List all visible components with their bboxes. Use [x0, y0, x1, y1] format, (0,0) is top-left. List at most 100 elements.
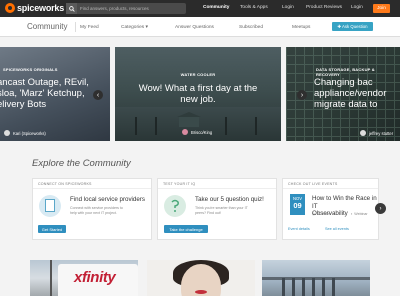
card-header: CHECK OUT LIVE EVENTS	[288, 182, 338, 186]
spiceworks-logo[interactable]: spiceworks	[5, 3, 64, 13]
article-thumbnail-xfinity[interactable]: xfinity	[30, 260, 138, 296]
slide-title-line: ancast Outage, REvil,	[0, 77, 89, 88]
see-all-events-link[interactable]: See all events	[325, 227, 349, 231]
take-challenge-button[interactable]: Take the challenge	[164, 225, 208, 233]
ask-question-label: Ask Question	[342, 24, 368, 29]
portrait-lips	[195, 290, 207, 294]
avatar	[360, 130, 366, 136]
dock-post	[135, 117, 137, 135]
search-input[interactable]	[77, 6, 182, 11]
ask-question-button[interactable]: ✚ Ask Question	[332, 22, 373, 31]
boat-shed	[177, 112, 201, 127]
event-details-link[interactable]: Event details	[288, 227, 310, 231]
nav-tools-apps[interactable]: Tools & Apps	[240, 5, 268, 10]
avatar	[4, 130, 10, 136]
plus-icon: ✚	[337, 23, 342, 29]
divider	[75, 22, 76, 32]
events-next-button[interactable]: ›	[375, 203, 386, 214]
xfinity-logo-text: xfinity	[74, 269, 116, 286]
pier-post	[292, 278, 295, 296]
author-name: Brisco/King	[191, 129, 213, 135]
subnav-answer-questions[interactable]: Answer Questions	[175, 25, 214, 30]
slide-tag: WATER COOLER	[180, 72, 216, 77]
card-live-events: CHECK OUT LIVE EVENTS NOV 09 How to Win …	[282, 178, 386, 240]
document-icon	[39, 195, 61, 217]
pier-post	[302, 278, 305, 296]
card-header: CONNECT ON SPICEWORKS	[38, 182, 92, 186]
pier-deck	[262, 277, 370, 280]
logo-icon	[5, 3, 15, 13]
slide-title: Changing bac appliance/vendor migrate da…	[314, 77, 400, 110]
divider	[283, 188, 378, 189]
card-description: Think you're smarter than your IT peers?…	[195, 206, 277, 215]
chevron-right-icon: ›	[379, 205, 382, 212]
top-navbar: spiceworks Community Tools & Apps Login …	[0, 0, 400, 17]
clock-icon: ◷	[312, 212, 316, 216]
subnav-categories[interactable]: Categories ▾	[121, 25, 148, 30]
webinar-icon: ▪	[351, 212, 353, 216]
slide-title-line: migrate data to	[314, 99, 378, 110]
search-box	[66, 3, 186, 14]
divider	[33, 188, 151, 189]
carousel-slide-center[interactable]: WATER COOLER Wow! What a first day at th…	[115, 47, 281, 141]
avatar	[182, 129, 188, 135]
nav-login-2[interactable]: Login	[351, 5, 363, 10]
event-time: ◷ 11:00am	[312, 212, 331, 216]
author-name: Kari (Spiceworks)	[13, 130, 46, 136]
chevron-right-icon: ›	[300, 91, 304, 99]
event-day: 09	[293, 201, 302, 210]
chevron-left-icon: ‹	[96, 91, 100, 99]
divider	[158, 188, 276, 189]
page-title[interactable]: Community	[27, 22, 67, 31]
event-type: ▪ Webinar	[351, 212, 368, 216]
slide-title-line: Changing bac	[314, 77, 373, 88]
subnav-meetups[interactable]: Meetups	[292, 25, 310, 30]
card-title[interactable]: Find local service providers	[70, 196, 150, 204]
slide-author: Brisco/King	[182, 129, 212, 135]
nav-product-reviews[interactable]: Product Reviews	[306, 5, 342, 10]
pier-post	[312, 278, 315, 296]
nav-login-1[interactable]: Login	[282, 5, 294, 10]
carousel-next-button[interactable]: ›	[297, 90, 307, 100]
join-button[interactable]: Join	[373, 4, 390, 13]
card-description-line: peers? Find out!	[195, 210, 221, 215]
dock-post	[255, 117, 257, 135]
article-thumbnail-portrait[interactable]	[147, 260, 255, 296]
carousel-prev-button[interactable]: ‹	[93, 90, 103, 100]
event-date: NOV 09	[290, 194, 305, 215]
chevron-down-icon: ▾	[144, 25, 148, 30]
categories-label: Categories	[121, 25, 145, 30]
author-name: jeffrey stutter	[369, 130, 394, 136]
event-time-label: 11:00am	[317, 212, 331, 216]
slide-title-line: Wow! What a first day at the	[138, 83, 258, 94]
featured-carousel: SPICEWORKS ORIGINALS ancast Outage, REvi…	[0, 47, 400, 141]
card-description: Connect with service providers to help w…	[70, 206, 152, 215]
search-icon[interactable]	[66, 3, 77, 14]
event-type-label: Webinar	[354, 212, 368, 216]
slide-title: Wow! What a first day at the new job.	[115, 83, 281, 105]
dock-post	[155, 117, 157, 135]
slide-author: jeffrey stutter	[360, 130, 393, 136]
card-title[interactable]: Take our 5 question quiz!	[195, 196, 275, 204]
card-description-line: help with your next IT project.	[70, 210, 117, 215]
pier-post	[322, 278, 325, 296]
utility-pole	[50, 260, 52, 296]
dock-scene	[115, 107, 281, 141]
article-thumbnail-pier[interactable]	[262, 260, 370, 296]
card-quiz: TEST YOUR IT IQ Take our 5 question quiz…	[157, 178, 277, 240]
subnav-my-feed[interactable]: My Feed	[80, 25, 99, 30]
event-title-line: How to Win the Race in IT	[312, 195, 377, 210]
pier-post	[332, 278, 335, 296]
card-header: TEST YOUR IT IQ	[163, 182, 196, 186]
get-started-button[interactable]: Get Started	[38, 225, 66, 233]
logo-text: spiceworks	[17, 3, 65, 13]
slide-title-line: appliance/vendor	[314, 88, 387, 99]
slide-title-line: new job.	[180, 94, 216, 105]
pier-post	[282, 278, 285, 296]
nav-community[interactable]: Community	[203, 5, 229, 10]
section-heading: Explore the Community	[32, 158, 131, 169]
slide-author: Kari (Spiceworks)	[4, 130, 46, 136]
slide-title-line: elivery Bots	[0, 99, 47, 110]
subnav-subscribed[interactable]: Subscribed	[239, 25, 263, 30]
community-subnav: Community My Feed Categories ▾ Answer Qu…	[0, 17, 400, 37]
